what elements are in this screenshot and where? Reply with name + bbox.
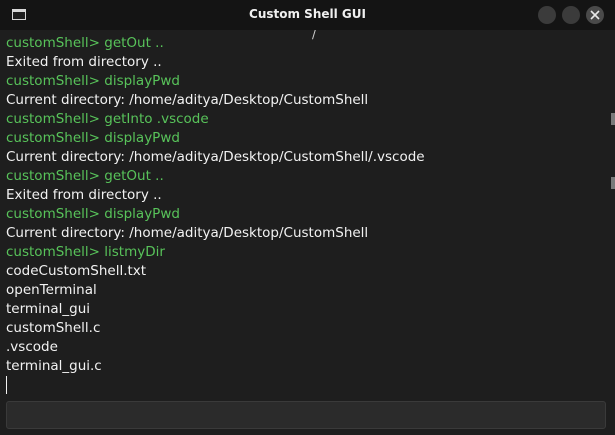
output-line: Current directory: /home/aditya/Desktop/…: [6, 92, 369, 108]
output-line: .vscode: [6, 339, 58, 355]
scroll-marker: [611, 113, 615, 125]
terminal-output[interactable]: / customShell> getOut .. Exited from dire…: [0, 30, 615, 398]
command-line: customShell> listmyDir: [6, 244, 165, 260]
scroll-marker: [611, 177, 615, 189]
output-line: terminal_gui.c: [6, 358, 102, 374]
window-title: Custom Shell GUI: [249, 7, 366, 21]
command-line: customShell> displayPwd: [6, 73, 180, 89]
app-window: Custom Shell GUI / customShell> getOut .…: [0, 0, 615, 435]
title-bar[interactable]: Custom Shell GUI: [0, 0, 615, 30]
output-line: openTerminal: [6, 282, 97, 298]
terminal-window-icon: [12, 9, 26, 20]
command-line: customShell> displayPwd: [6, 206, 180, 222]
minimize-button[interactable]: [538, 6, 556, 24]
output-line: customShell.c: [6, 320, 101, 336]
output-line: codeCustomShell.txt: [6, 263, 147, 279]
command-line: customShell> getInto .vscode: [6, 111, 209, 127]
command-line: customShell> getOut ..: [6, 35, 164, 51]
command-line: customShell> getOut ..: [6, 168, 164, 184]
close-icon: [590, 10, 600, 20]
terminal-lines: customShell> getOut .. Exited from direct…: [6, 34, 425, 394]
output-line: Exited from directory ..: [6, 187, 162, 203]
command-line: customShell> displayPwd: [6, 130, 180, 146]
maximize-button[interactable]: [562, 6, 580, 24]
text-cursor: [6, 376, 7, 394]
output-line: Current directory: /home/aditya/Desktop/…: [6, 225, 369, 241]
output-line: Exited from directory ..: [6, 54, 162, 70]
command-input[interactable]: [6, 401, 606, 429]
output-line: Current directory: /home/aditya/Desktop/…: [6, 149, 425, 165]
output-line: terminal_gui: [6, 301, 91, 317]
close-button[interactable]: [586, 6, 604, 24]
